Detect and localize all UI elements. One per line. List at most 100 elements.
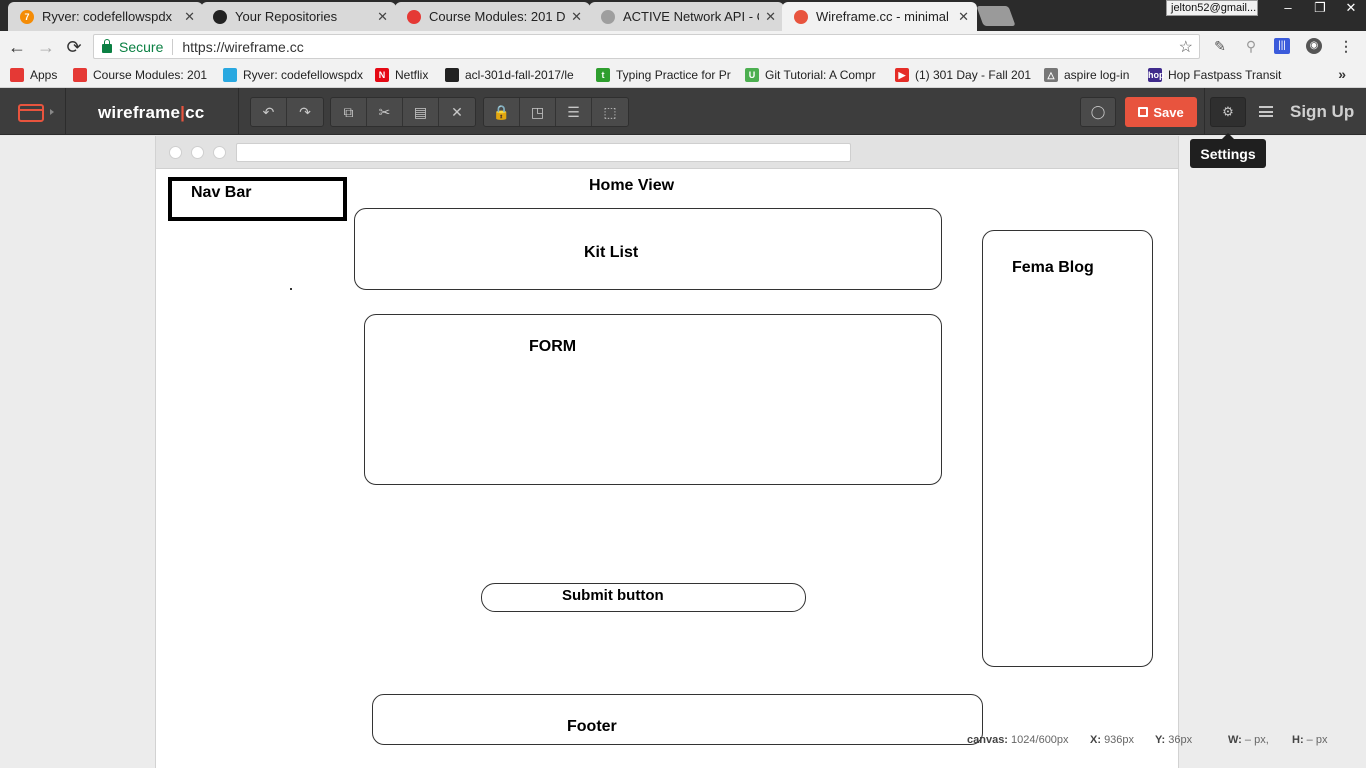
bookmark-favicon-icon: N [375,68,389,82]
hamburger-menu-icon[interactable] [1259,106,1273,117]
lock-button[interactable]: 🔒 [484,98,520,126]
arrange-button[interactable]: ◳ [520,98,556,126]
nav-bar-label[interactable]: Nav Bar [191,184,251,202]
cut-icon: ✂ [378,103,391,120]
bookmark-item[interactable]: t Typing Practice for Pr [596,67,736,83]
bookmark-item[interactable]: acl-301d-fall-2017/le [445,67,585,83]
barcode-extension-icon[interactable]: ||| [1274,38,1290,54]
browser-tab[interactable]: Wireframe.cc - minimal w ✕ [782,2,977,31]
delete-icon: ✕ [451,103,463,120]
dropper-extension-icon[interactable]: ⚲ [1243,38,1259,54]
speech-bubble-icon: ◯ [1090,104,1106,119]
tab-close-icon[interactable]: ✕ [765,9,776,25]
bookmark-label: Course Modules: 201 [93,68,208,82]
tab-title: Course Modules: 201 Da [429,9,566,24]
bookmark-favicon-icon: t [596,68,610,82]
bookmark-star-icon[interactable]: ☆ [1179,37,1193,57]
bookmark-favicon-icon [223,68,237,82]
width-label: W: [1228,734,1242,746]
tab-title: ACTIVE Network API - Ca [623,9,760,24]
x-readout: X: 936px [1090,734,1134,746]
footer-label[interactable]: Footer [567,718,617,736]
back-icon[interactable]: ← [6,36,28,58]
minimize-icon[interactable]: – [1272,0,1304,18]
address-bar[interactable]: Secure https://wireframe.cc ☆ [93,34,1200,59]
mock-window-dot [213,146,226,159]
sign-up-link[interactable]: Sign Up [1290,102,1354,122]
browser-tab[interactable]: 7 Ryver: codefellowspdx ✕ [8,2,203,31]
form-label[interactable]: FORM [529,338,576,356]
settings-button[interactable]: ⚙ [1210,97,1246,127]
browser-tab[interactable]: ACTIVE Network API - Ca ✕ [589,2,784,31]
browser-tab[interactable]: Your Repositories ✕ [201,2,396,31]
tab-favicon-icon [794,9,808,24]
home-view-label[interactable]: Home View [589,177,674,195]
wireframe-logo-icon [18,104,44,122]
bookmark-item[interactable]: △ aspire log-in [1044,67,1139,83]
comment-button[interactable]: ◯ [1080,97,1116,127]
tab-close-icon[interactable]: ✕ [377,9,388,25]
tab-close-icon[interactable]: ✕ [958,9,969,25]
chrome-menu-icon[interactable]: ⋮ [1338,38,1354,54]
undo-button[interactable]: ↶ [251,98,287,126]
bookmark-favicon-icon [73,68,87,82]
redo-button[interactable]: ↷ [287,98,323,126]
fema-blog-label[interactable]: Fema Blog [1012,259,1094,277]
save-button[interactable]: Save [1125,97,1197,127]
bookmark-favicon-icon [445,68,459,82]
bookmark-item[interactable]: U Git Tutorial: A Compr [745,67,885,83]
align-button[interactable]: ☰ [556,98,592,126]
bookmarks-bar: » Apps Course Modules: 201 Ryver: codefell… [0,62,1366,88]
y-readout: Y: 36px [1155,734,1192,746]
gears-icon: ⚙ [1222,104,1234,119]
lock-icon: 🔒 [492,103,511,120]
kit-list-box[interactable] [354,208,942,290]
footer-box[interactable] [372,694,983,745]
profile-button[interactable]: jelton52@gmail... [1166,0,1258,16]
kit-list-label[interactable]: Kit List [584,244,638,262]
bookmark-label: Git Tutorial: A Compr [765,68,876,82]
bookmark-item[interactable]: N Netflix [375,67,435,83]
toolbar-divider [1204,88,1205,135]
bookmark-label: Typing Practice for Pr [616,68,731,82]
lock-icon [102,39,112,53]
width-readout: W: – px, [1228,734,1269,746]
copy-button[interactable]: ⧉ [331,98,367,126]
browser-tab[interactable]: Course Modules: 201 Da ✕ [395,2,590,31]
bookmark-favicon-icon: hop [1148,68,1165,82]
restore-icon[interactable]: ❐ [1304,0,1336,18]
undo-icon: ↶ [262,103,275,120]
delete-button[interactable]: ✕ [439,98,475,126]
bookmark-favicon-icon: ▶ [895,68,909,82]
paste-icon: ▤ [413,103,428,120]
toolbar-group: ↶ ↷ [250,97,324,127]
wireframe-canvas[interactable]: Nav Bar Home View Kit List FORM Fema Blo… [155,136,1179,768]
form-box[interactable] [364,314,942,485]
tab-title: Ryver: codefellowspdx [42,9,173,24]
save-label: Save [1153,104,1184,120]
tab-favicon-icon [213,9,227,24]
pencil-extension-icon[interactable]: ✎ [1212,38,1228,54]
bookmark-item[interactable]: Apps [10,67,66,83]
secure-label: Secure [119,38,164,55]
reload-icon[interactable]: ⟳ [63,36,85,58]
forward-icon[interactable]: → [35,36,57,58]
bookmark-item[interactable]: Ryver: codefellowspdx [223,67,368,83]
circle-extension-icon[interactable]: ◉ [1306,38,1322,54]
paste-button[interactable]: ▤ [403,98,439,126]
app-menu-button[interactable] [0,88,66,135]
bookmarks-more-button[interactable]: » [1338,66,1346,82]
bookmark-item[interactable]: hop Hop Fastpass Transit [1148,67,1288,83]
close-window-icon[interactable]: ✕ [1336,0,1366,18]
tab-close-icon[interactable]: ✕ [571,9,582,25]
new-tab-button[interactable] [976,6,1016,26]
submit-button-label[interactable]: Submit button [562,587,664,604]
fema-blog-box[interactable] [982,230,1153,667]
bookmark-item[interactable]: Course Modules: 201 [73,67,213,83]
tab-close-icon[interactable]: ✕ [184,9,195,25]
url-text[interactable]: https://wireframe.cc [182,39,303,55]
arrange-icon: ◳ [530,103,545,120]
bookmark-item[interactable]: ▶ (1) 301 Day - Fall 201 [895,67,1035,83]
group-button[interactable]: ⬚ [592,98,628,126]
cut-button[interactable]: ✂ [367,98,403,126]
